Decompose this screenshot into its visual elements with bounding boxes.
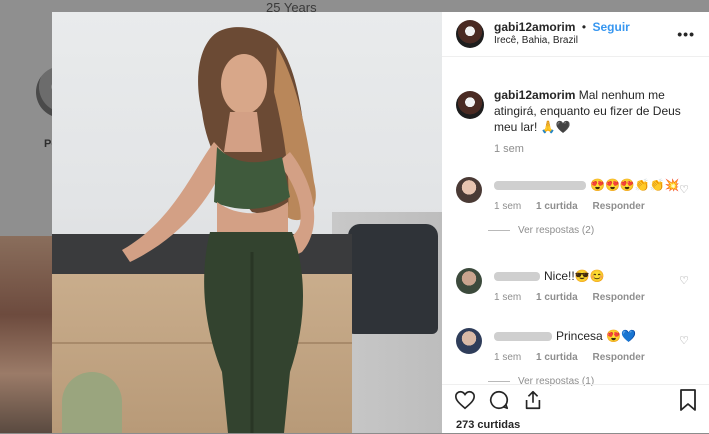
comment-time[interactable]: 1 sem [494,352,521,363]
comment-likes[interactable]: 1 curtida [536,292,578,303]
caption-avatar[interactable] [456,91,484,119]
caption-body: gabi12amorim Mal nenhum me atingirá, enq… [494,87,695,157]
view-replies-label[interactable]: Ver respostas (2) [518,225,594,236]
author-avatar[interactable] [456,20,484,48]
caption-username[interactable]: gabi12amorim [494,88,575,102]
comment-body: Nice!!😎😊 1 sem 1 curtida Responder [494,268,695,306]
post-header: gabi12amorim • Seguir Irecê, Bahia, Braz… [442,12,709,57]
blurred-username [494,272,540,282]
comment-likes[interactable]: 1 curtida [536,352,578,363]
comment-heart-icon[interactable]: ♡ [679,334,689,347]
replies-line [488,229,510,231]
replies-line [488,380,510,382]
author-info: gabi12amorim • Seguir Irecê, Bahia, Braz… [494,20,677,48]
person-figure [122,27,316,433]
blurred-username [494,332,552,342]
blurred-username [494,181,586,191]
comment-meta: 1 sem 1 curtida Responder [494,350,695,366]
follow-button[interactable]: Seguir [592,20,629,34]
caption-time[interactable]: 1 sem [494,141,695,157]
comment-body: Princesa 😍💙 1 sem 1 curtida Responder Ve… [488,328,695,390]
post-actions: 273 curtidas [442,384,709,434]
comment-time[interactable]: 1 sem [494,292,521,303]
comment-body: 😍😍😍👏👏💥 1 sem 1 curtida Responder Ver res… [488,177,695,239]
reply-button[interactable]: Responder [592,352,644,363]
commenter-avatar[interactable] [456,177,482,203]
background-photo-thumbnail [0,236,52,433]
comment-likes[interactable]: 1 curtida [536,201,578,212]
comments-section: gabi12amorim Mal nenhum me atingirá, enq… [442,81,709,387]
post-sidebar: gabi12amorim • Seguir Irecê, Bahia, Braz… [442,12,709,433]
post-location[interactable]: Irecê, Bahia, Brazil [494,34,677,48]
reply-button[interactable]: Responder [592,292,644,303]
post-caption: gabi12amorim Mal nenhum me atingirá, enq… [442,87,709,157]
action-icons [454,389,544,411]
bookmark-icon[interactable] [679,389,697,411]
comment-time[interactable]: 1 sem [494,201,521,212]
separator-dot: • [581,20,587,34]
post-modal: gabi12amorim • Seguir Irecê, Bahia, Braz… [52,12,709,433]
comment-icon[interactable] [488,389,510,411]
comment-item: 😍😍😍👏👏💥 1 sem 1 curtida Responder Ver res… [456,177,695,239]
comment-text: Princesa 😍💙 [556,329,636,343]
comment-heart-icon[interactable]: ♡ [679,274,689,287]
reply-button[interactable]: Responder [592,201,644,212]
comment-meta: 1 sem 1 curtida Responder [494,199,695,215]
post-image[interactable] [52,12,442,433]
comment-meta: 1 sem 1 curtida Responder [494,290,695,306]
likes-count[interactable]: 273 curtidas [456,419,520,431]
comment-item: Nice!!😎😊 1 sem 1 curtida Responder ♡ [456,268,695,306]
commenter-avatar[interactable] [456,268,482,294]
share-icon[interactable] [522,389,544,411]
author-username[interactable]: gabi12amorim [494,20,575,34]
commenter-avatar[interactable] [456,328,482,354]
comment-item: Princesa 😍💙 1 sem 1 curtida Responder Ve… [456,328,695,390]
view-replies[interactable]: Ver respostas (2) [488,223,695,239]
comment-heart-icon[interactable]: ♡ [679,183,689,196]
heart-icon[interactable] [454,389,476,411]
more-options-icon[interactable]: ••• [677,26,695,42]
comment-text: Nice!!😎😊 [544,269,605,283]
comment-text: 😍😍😍👏👏💥 [590,178,680,192]
